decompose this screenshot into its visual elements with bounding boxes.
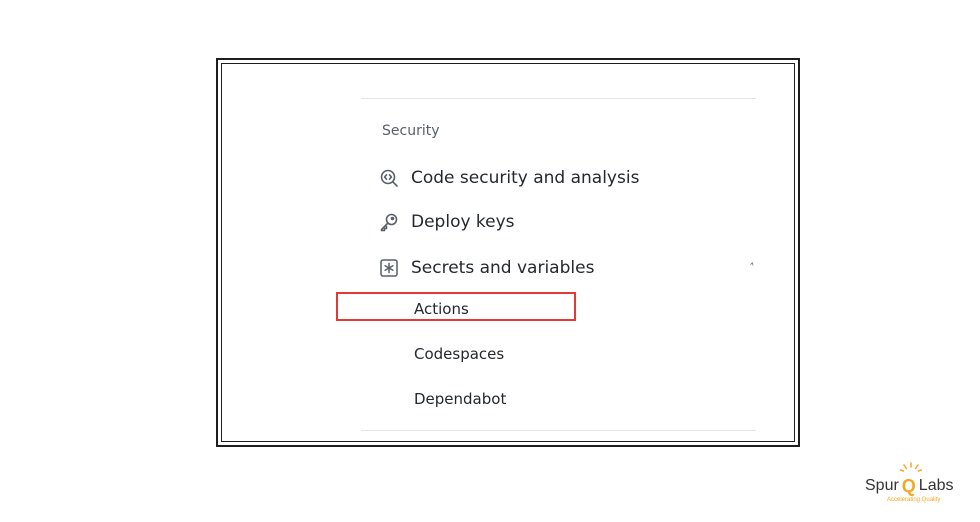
actions-highlight-box: [336, 292, 576, 321]
nav-item-secrets-and-variables[interactable]: Secrets and variables: [378, 253, 594, 283]
codescan-icon: [378, 167, 400, 189]
screenshot-frame: Security Code security and analysis Depl…: [216, 58, 800, 447]
bottom-divider: [361, 430, 756, 431]
asterisk-box-icon: [378, 257, 400, 279]
logo-text-labs: Labs: [918, 477, 954, 494]
subnav-item-label: Codespaces: [414, 345, 505, 363]
sun-rays-icon: [900, 462, 922, 472]
section-title-security: Security: [382, 123, 440, 139]
subnav-item-dependabot[interactable]: Dependabot: [414, 387, 506, 411]
logo-text-spur: Spur: [865, 477, 899, 494]
logo-tagline: Accelerating Quality: [887, 497, 941, 503]
nav-item-label: Deploy keys: [411, 212, 515, 232]
nav-item-code-security[interactable]: Code security and analysis: [378, 163, 639, 193]
top-divider: [361, 98, 756, 99]
logo-wordmark: Spur Q Labs: [865, 476, 954, 496]
nav-item-deploy-keys[interactable]: Deploy keys: [378, 207, 515, 237]
subnav-item-codespaces[interactable]: Codespaces: [414, 342, 504, 366]
subnav-item-label: Dependabot: [414, 390, 507, 408]
spurqlabs-logo: Spur Q Labs Accelerating Quality: [865, 462, 965, 507]
nav-item-label: Secrets and variables: [411, 258, 595, 278]
nav-item-label: Code security and analysis: [411, 168, 640, 188]
logo-q-letter: Q: [901, 475, 916, 496]
key-icon: [378, 211, 400, 233]
